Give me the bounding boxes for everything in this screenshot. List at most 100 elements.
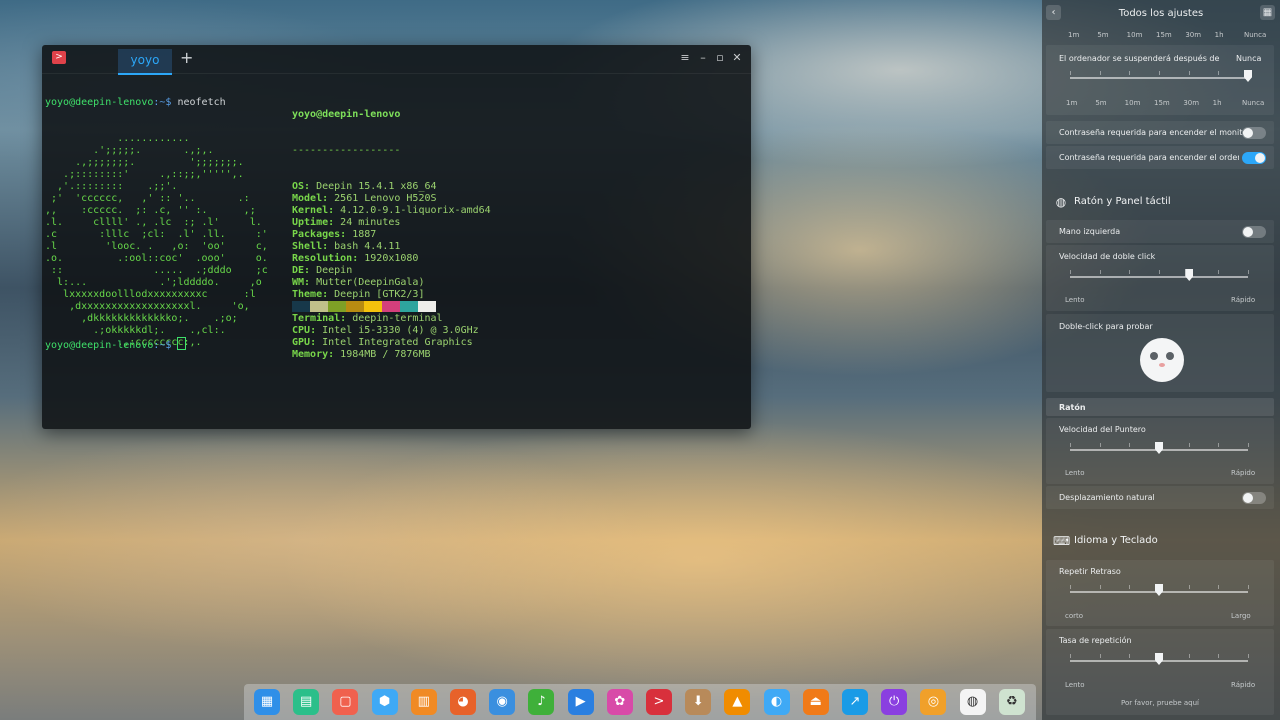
keyboard-icon: ⌨ (1053, 534, 1071, 548)
info-value: Mutter(DeepinGala) (316, 277, 425, 288)
info-key: Resolution (292, 253, 353, 264)
pointer-speed-max: Rápido (1231, 469, 1256, 477)
repeat-delay-label: Repetir Retraso (1059, 567, 1121, 576)
panel-header: ‹ Todos los ajustes ▦ (1042, 0, 1280, 28)
dock-system-monitor-icon[interactable]: ↗ (842, 689, 868, 715)
info-value: 2561 Lenovo H520S (334, 193, 437, 204)
color-swatch (418, 301, 436, 312)
terminal-logo-icon[interactable]: > (52, 51, 66, 64)
maximize-icon[interactable]: ▫ (713, 50, 727, 66)
dock-shutdown-icon[interactable]: ⏻ (881, 689, 908, 715)
pointer-speed-label: Velocidad del Puntero (1059, 425, 1146, 434)
cat-mascot-icon[interactable] (1140, 338, 1184, 382)
slider-handle[interactable] (1155, 584, 1163, 596)
double-click-test-label: Doble-click para probar (1059, 322, 1153, 331)
info-row: Theme: Deepin [GTK2/3] (292, 289, 425, 300)
minimize-icon[interactable]: – (696, 50, 710, 66)
dock-file-manager-icon[interactable]: ▤ (293, 689, 320, 715)
prompt-path: :~$ (153, 97, 178, 108)
color-swatch (400, 301, 418, 312)
slider-handle[interactable] (1244, 70, 1252, 82)
panel-title: Todos los ajustes (1118, 8, 1204, 19)
command-text: neofetch (177, 97, 226, 108)
natural-scroll-row: Desplazamiento natural (1046, 486, 1274, 509)
info-row: Kernel: 4.12.0-9.1-liquorix-amd64 (292, 205, 491, 216)
dock-music-icon[interactable]: ♪ (528, 689, 555, 715)
password-monitor-switch[interactable] (1242, 127, 1266, 139)
dock-video-player-icon[interactable]: ▶ (567, 689, 594, 715)
tick-label: 30m (1185, 31, 1202, 39)
natural-scroll-label: Desplazamiento natural (1059, 493, 1155, 502)
info-value: Deepin (316, 265, 353, 276)
double-click-test-card[interactable]: Doble-click para probar (1046, 314, 1274, 392)
dock-archive-manager-icon[interactable]: ▥ (410, 689, 437, 715)
tick-label: 5m (1095, 99, 1107, 107)
tick-label: 15m (1154, 99, 1170, 107)
slider-handle[interactable] (1155, 653, 1163, 665)
info-key: Terminal (292, 313, 341, 324)
new-tab-plus-icon[interactable]: + (180, 48, 193, 68)
dock-chrome-icon[interactable]: ◉ (489, 689, 516, 715)
left-hand-switch[interactable] (1242, 226, 1266, 238)
info-row: Model: 2561 Lenovo H520S (292, 193, 437, 204)
terminal-window[interactable]: > yoyo + ≡ – ▫ ✕ yoyo@deepin-lenovo:~$ n… (42, 45, 751, 429)
try-here-field[interactable]: Por favor, pruebe aquí (1046, 699, 1274, 707)
repeat-rate-min: Lento (1065, 681, 1085, 689)
info-key: Memory (292, 349, 329, 360)
terminal-tab[interactable]: yoyo (118, 49, 172, 75)
suspend-card: El ordenador se suspenderá después de Nu… (1046, 45, 1274, 115)
info-key: Uptime (292, 217, 329, 228)
info-key: Packages (292, 229, 341, 240)
dock-multitasking-icon[interactable]: ▢ (332, 689, 359, 715)
dock-terminal-icon[interactable]: > (646, 689, 672, 715)
left-hand-row: Mano izquierda (1046, 220, 1274, 243)
prompt-user: yoyo@deepin-lenovo (45, 340, 154, 351)
terminal-titlebar[interactable]: > yoyo + ≡ – ▫ ✕ (42, 45, 751, 75)
dock-radio-icon[interactable]: ◍ (959, 689, 986, 715)
prompt-line[interactable]: yoyo@deepin-lenovo:~$ (45, 337, 187, 351)
tick-label: Nunca (1242, 99, 1265, 107)
dock-trash-icon[interactable]: ♻ (998, 689, 1025, 715)
dock-image-viewer-icon[interactable]: ◎ (920, 689, 947, 715)
mouse-icon: ◍ (1055, 195, 1067, 209)
text-cursor (177, 337, 187, 350)
dock-firefox-icon[interactable]: ◕ (450, 689, 476, 715)
tick-label: 30m (1183, 99, 1200, 107)
info-key: Shell (292, 241, 323, 252)
dock-disc-burner-icon[interactable]: ⏏ (802, 689, 829, 715)
tick-label: 15m (1156, 31, 1172, 39)
dock-deepin-control-icon[interactable]: ◐ (763, 689, 790, 715)
natural-scroll-switch[interactable] (1242, 492, 1266, 504)
dock: ▦ ▤ ▢ ⬢ ▥ ◕ ◉ ♪ ▶ ✿ > ⬇ ▲ ◐ ⏏ ↗ ⏻ ◎ ◍ ♻ (244, 684, 1036, 720)
dock-settings-icon[interactable]: ✿ (606, 689, 633, 715)
info-value: deepin-terminal (352, 313, 443, 324)
color-swatch (382, 301, 400, 312)
settings-panel[interactable]: ‹ Todos los ajustes ▦ 1m 5m 10m 15m 30m 1h Nun… (1042, 0, 1280, 720)
info-value: Deepin 15.4.1 x86_64 (316, 181, 437, 192)
keyboard-section-title: Idioma y Teclado (1074, 535, 1158, 546)
info-row: WM: Mutter(DeepinGala) (292, 277, 425, 288)
terminal-output[interactable]: yoyo@deepin-lenovo:~$ neofetch .........… (45, 73, 747, 425)
grid-icon[interactable]: ▦ (1260, 5, 1275, 20)
info-key: Model (292, 193, 323, 204)
dock-launcher-icon[interactable]: ▦ (254, 689, 280, 715)
info-row: Shell: bash 4.4.11 (292, 241, 401, 252)
info-row: CPU: Intel i5-3330 (4) @ 3.0GHz (292, 325, 479, 336)
info-value: 4.12.0-9.1-liquorix-amd64 (340, 205, 491, 216)
tick-label: 1h (1212, 99, 1222, 107)
slider-handle[interactable] (1185, 269, 1194, 281)
password-monitor-label: Contraseña requerida para encender el mo… (1059, 128, 1251, 137)
dock-app-store-icon[interactable]: ⬢ (371, 689, 398, 715)
dock-vlc-icon[interactable]: ▲ (724, 689, 751, 715)
slider-handle[interactable] (1155, 442, 1163, 454)
repeat-rate-card: Tasa de repetición Lento Rápido Por favo… (1046, 629, 1274, 715)
close-icon[interactable]: ✕ (730, 50, 744, 66)
mouse-section-title: Ratón y Panel táctil (1074, 196, 1171, 207)
dock-installer-icon[interactable]: ⬇ (685, 689, 712, 715)
info-key: GPU (292, 337, 311, 348)
password-computer-switch[interactable] (1242, 152, 1266, 164)
info-separator: ------------------ (292, 145, 401, 156)
menu-icon[interactable]: ≡ (678, 50, 692, 66)
prompt-path: :~$ (153, 340, 178, 351)
double-click-min: Lento (1065, 296, 1085, 304)
